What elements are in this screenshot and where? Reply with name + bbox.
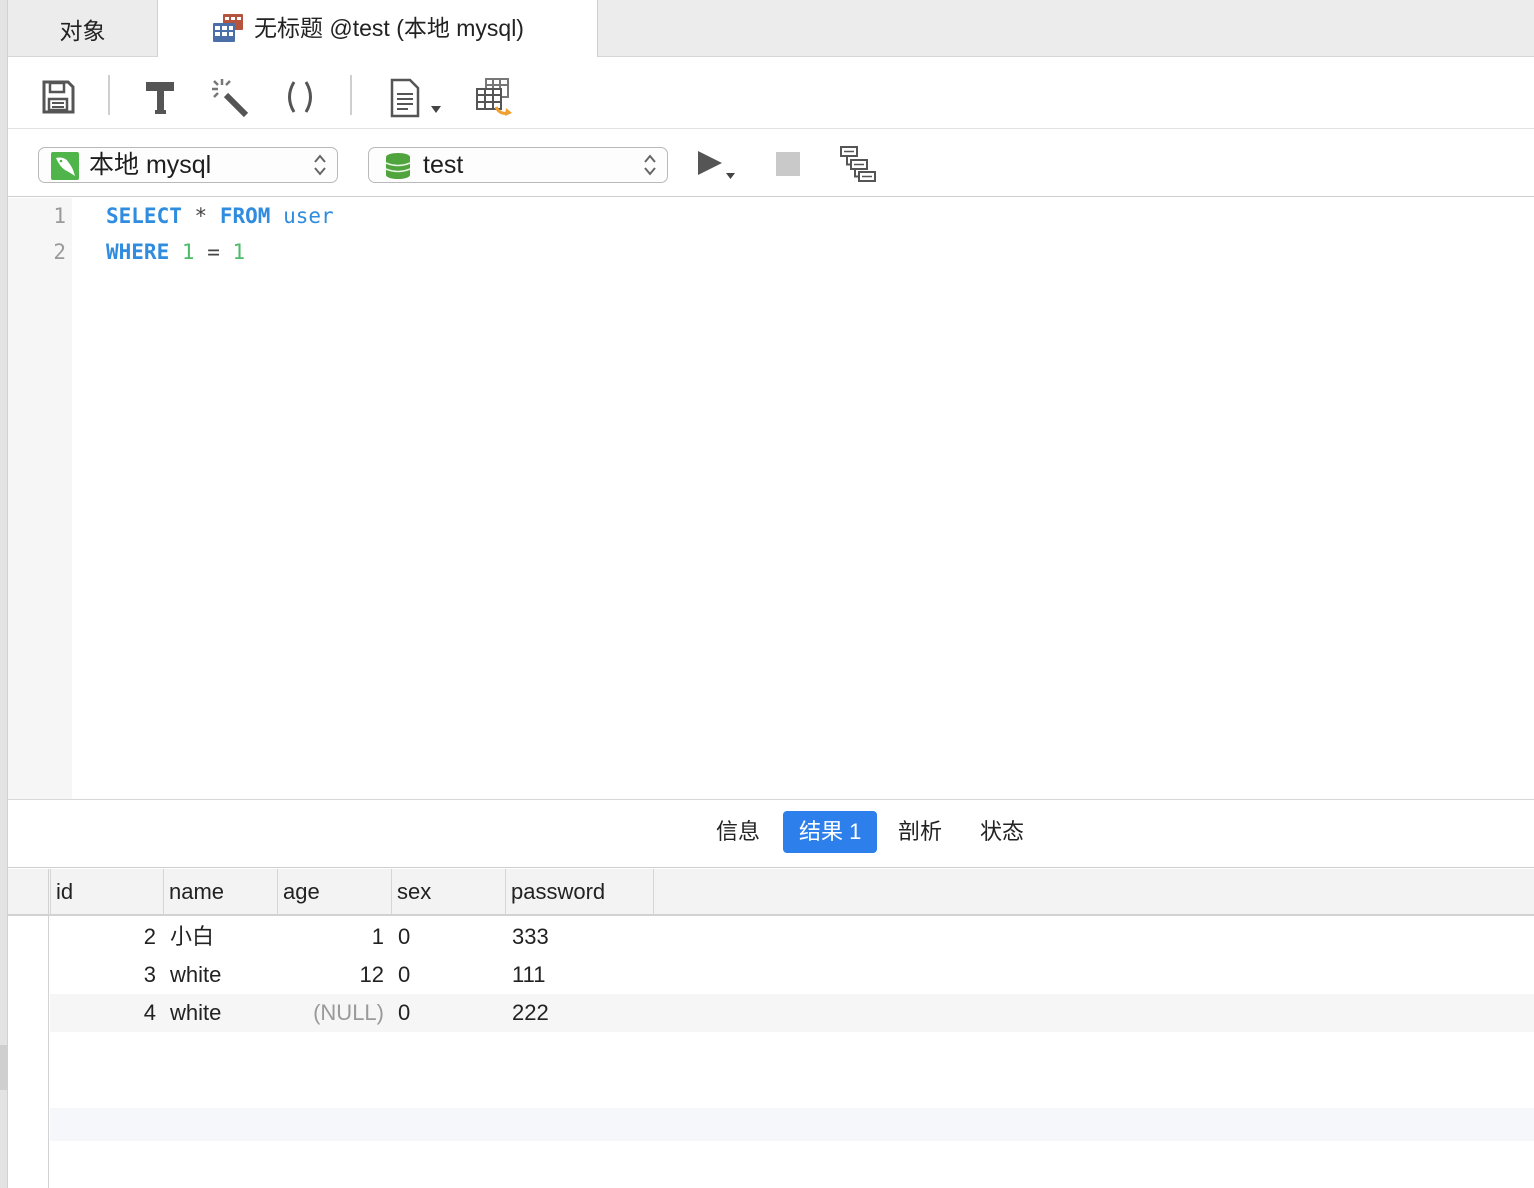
cell-id[interactable]: 3 — [50, 956, 156, 994]
column-header-age[interactable]: age — [277, 869, 391, 914]
tab-profile[interactable]: 剖析 — [882, 811, 958, 853]
cell-age[interactable]: 1 — [280, 918, 384, 956]
cell-password[interactable]: 333 — [512, 918, 652, 956]
connection-bar: 本地 mysql test — [8, 130, 1534, 197]
cell-sex[interactable]: 0 — [398, 918, 498, 956]
cell-sex[interactable]: 0 — [398, 956, 498, 994]
tab-query-label: 无标题 @test (本地 mysql) — [254, 15, 524, 41]
parentheses-icon[interactable] — [282, 77, 318, 117]
row-header-column — [8, 869, 49, 1188]
grid-header: id name age sex password — [8, 869, 1534, 916]
code-line-2[interactable]: WHERE 1 = 1 — [106, 240, 245, 264]
database-select[interactable]: test — [368, 147, 668, 183]
window-left-edge — [0, 0, 8, 1188]
sql-keyword: SELECT — [106, 204, 182, 228]
query-table-icon — [213, 14, 243, 42]
sql-editor[interactable]: 1 2 SELECT * FROM user WHERE 1 = 1 — [8, 198, 1534, 800]
cell-age[interactable]: 12 — [280, 956, 384, 994]
tab-bar: 对象 无标题 @test (本地 mysql) — [8, 0, 1534, 58]
cell-id[interactable]: 2 — [50, 918, 156, 956]
line-number: 1 — [53, 204, 66, 228]
magic-wand-icon[interactable] — [210, 77, 250, 117]
export-table-icon[interactable] — [474, 77, 516, 119]
sql-operator: = — [207, 240, 220, 264]
database-select-value: test — [423, 151, 464, 179]
column-header-id[interactable]: id — [50, 869, 164, 914]
beautify-hammer-icon[interactable] — [142, 77, 178, 117]
code-line-1[interactable]: SELECT * FROM user — [106, 204, 334, 228]
tab-query[interactable]: 无标题 @test (本地 mysql) — [158, 0, 598, 58]
database-icon — [385, 153, 411, 179]
empty-row-highlight — [50, 1108, 1534, 1141]
chevron-updown-icon — [644, 154, 656, 176]
toolbar-separator — [108, 75, 110, 115]
connection-select-value: 本地 mysql — [89, 151, 212, 179]
sql-identifier: user — [283, 204, 334, 228]
cell-id[interactable]: 4 — [50, 994, 156, 1032]
tab-status[interactable]: 状态 — [964, 811, 1040, 853]
chevron-updown-icon — [314, 154, 326, 176]
cell-name[interactable]: white — [170, 956, 280, 994]
sql-keyword: WHERE — [106, 240, 170, 264]
sql-operator: * — [194, 204, 208, 228]
cell-age-null[interactable]: (NULL) — [280, 994, 384, 1032]
play-icon — [698, 151, 735, 179]
sql-number: 1 — [232, 240, 246, 264]
column-header-sex[interactable]: sex — [391, 869, 505, 914]
table-row[interactable]: 2 小白 1 0 333 — [50, 918, 1534, 956]
editor-toolbar — [8, 57, 1534, 129]
cell-password[interactable]: 111 — [512, 956, 652, 994]
table-row[interactable]: 4 white (NULL) 0 222 — [50, 994, 1534, 1032]
explain-tree-icon — [840, 146, 876, 182]
column-header-name[interactable]: name — [163, 869, 277, 914]
table-row[interactable]: 3 white 12 0 111 — [50, 956, 1534, 994]
stop-icon — [776, 152, 800, 176]
column-header-password[interactable]: password — [505, 869, 654, 914]
line-number: 2 — [53, 240, 66, 264]
snippet-document-icon[interactable] — [388, 77, 448, 119]
connection-select[interactable]: 本地 mysql — [38, 147, 338, 183]
run-button[interactable] — [694, 148, 740, 184]
sql-number: 1 — [181, 240, 195, 264]
stop-button[interactable] — [774, 150, 802, 178]
save-icon[interactable] — [40, 77, 76, 117]
cell-sex[interactable]: 0 — [398, 994, 498, 1032]
explain-button[interactable] — [838, 144, 878, 184]
tab-info[interactable]: 信息 — [700, 811, 776, 853]
tab-objects[interactable]: 对象 — [8, 0, 158, 57]
cell-name[interactable]: 小白 — [170, 918, 280, 956]
cell-name[interactable]: white — [170, 994, 280, 1032]
tab-result-1[interactable]: 结果 1 — [783, 811, 878, 853]
mysql-dolphin-icon — [51, 152, 79, 180]
sql-keyword: FROM — [219, 204, 271, 228]
line-number-gutter: 1 2 — [8, 198, 72, 799]
result-grid[interactable]: id name age sex password 2 小白 1 0 333 3 … — [8, 869, 1534, 1188]
result-tab-bar: 信息 结果 1 剖析 状态 — [8, 801, 1534, 868]
side-scroll-thumb[interactable] — [0, 1045, 8, 1090]
cell-password[interactable]: 222 — [512, 994, 652, 1032]
tab-objects-label: 对象 — [59, 17, 106, 44]
toolbar-separator — [350, 75, 352, 115]
